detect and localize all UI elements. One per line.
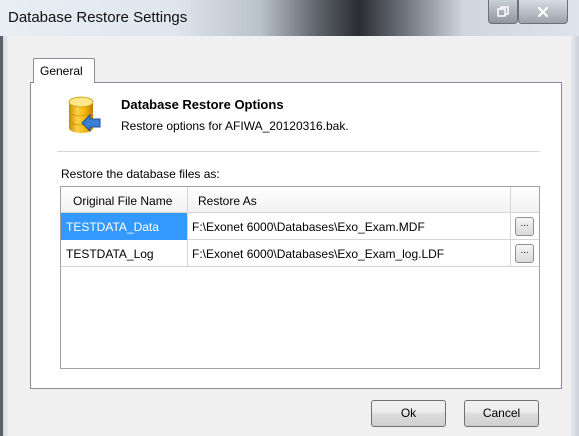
options-heading: Database Restore Options bbox=[121, 97, 284, 112]
header-separator bbox=[57, 151, 540, 152]
table-row[interactable]: TESTDATA_Data F:\Exonet 6000\Databases\E… bbox=[61, 213, 539, 240]
column-header-restore-as[interactable]: Restore As bbox=[188, 187, 511, 213]
original-file-name-cell[interactable]: TESTDATA_Log bbox=[61, 240, 188, 267]
restore-as-cell[interactable]: F:\Exonet 6000\Databases\Exo_Exam_log.LD… bbox=[188, 240, 511, 267]
window-frame-left-edge bbox=[0, 36, 3, 436]
browse-button[interactable]: ... bbox=[515, 244, 534, 263]
restore-window-button[interactable] bbox=[488, 0, 518, 24]
options-subtitle: Restore options for AFIWA_20120316.bak. bbox=[121, 119, 349, 133]
original-file-name-cell[interactable]: TESTDATA_Data bbox=[61, 213, 188, 240]
cancel-button[interactable]: Cancel bbox=[464, 400, 539, 427]
close-window-button[interactable] bbox=[518, 0, 568, 24]
column-header-original-file-name[interactable]: Original File Name bbox=[61, 187, 188, 213]
browse-cell: ... bbox=[511, 240, 539, 267]
tab-general[interactable]: General bbox=[33, 58, 95, 83]
restore-as-cell[interactable]: F:\Exonet 6000\Databases\Exo_Exam.MDF bbox=[188, 213, 511, 240]
close-icon bbox=[537, 6, 549, 17]
database-restore-icon bbox=[66, 95, 102, 139]
title-bar[interactable]: Database Restore Settings bbox=[0, 0, 579, 36]
window-title: Database Restore Settings bbox=[8, 9, 188, 26]
browse-button[interactable]: ... bbox=[515, 217, 534, 236]
column-header-browse bbox=[511, 187, 539, 213]
grid-header: Original File Name Restore As bbox=[61, 187, 539, 213]
table-row[interactable]: TESTDATA_Log F:\Exonet 6000\Databases\Ex… bbox=[61, 240, 539, 267]
restore-files-label: Restore the database files as: bbox=[61, 167, 220, 181]
restore-window-icon bbox=[497, 5, 509, 17]
dialog-window: Database Restore Settings General Databa… bbox=[0, 0, 579, 436]
browse-cell: ... bbox=[511, 213, 539, 240]
window-frame-right bbox=[571, 36, 579, 436]
restore-files-grid[interactable]: Original File Name Restore As TESTDATA_D… bbox=[60, 186, 540, 369]
ok-button[interactable]: Ok bbox=[371, 400, 446, 427]
